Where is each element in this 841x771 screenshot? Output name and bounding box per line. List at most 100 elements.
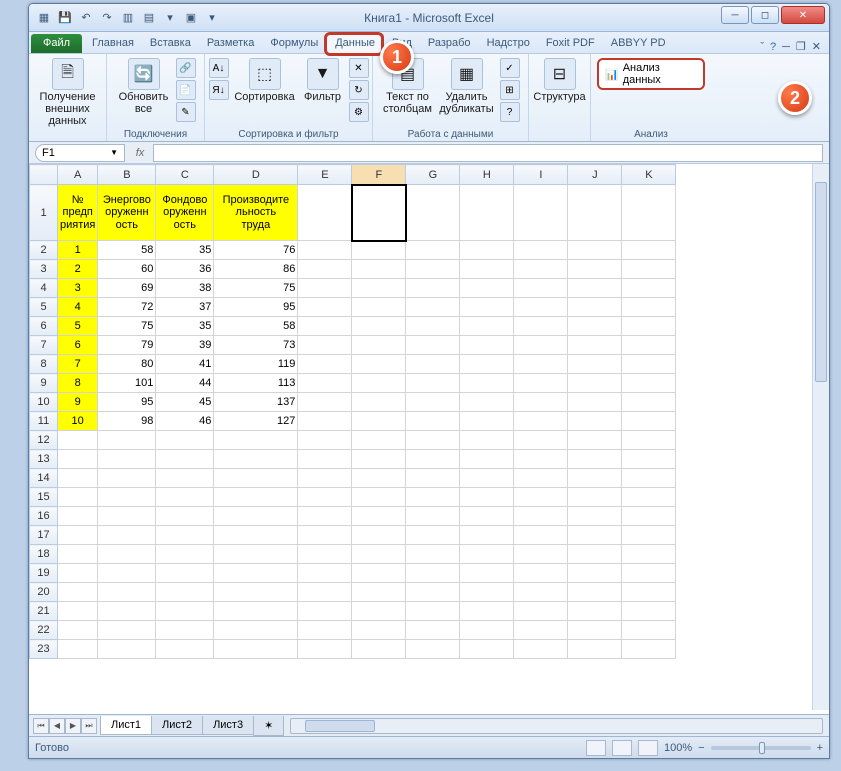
- cell[interactable]: 69: [98, 279, 156, 298]
- tab-insert[interactable]: Вставка: [142, 34, 199, 53]
- row-header[interactable]: 5: [30, 298, 58, 317]
- cell[interactable]: [352, 507, 406, 526]
- cell[interactable]: 2: [58, 260, 98, 279]
- cell[interactable]: [298, 602, 352, 621]
- tab-nav-prev-icon[interactable]: ◀: [49, 718, 65, 734]
- structure-button[interactable]: ⊟ Структура: [532, 56, 588, 103]
- cell[interactable]: [568, 260, 622, 279]
- cell[interactable]: 7: [58, 355, 98, 374]
- cell[interactable]: [156, 583, 214, 602]
- cell[interactable]: [98, 545, 156, 564]
- properties-icon[interactable]: 📄: [176, 80, 196, 100]
- cell[interactable]: 75: [214, 279, 298, 298]
- help-icon[interactable]: ?: [770, 41, 776, 53]
- cell[interactable]: [514, 469, 568, 488]
- cell[interactable]: [156, 450, 214, 469]
- cell[interactable]: [514, 488, 568, 507]
- cell[interactable]: [352, 431, 406, 450]
- cell[interactable]: [622, 621, 676, 640]
- row-header[interactable]: 6: [30, 317, 58, 336]
- cell[interactable]: 79: [98, 336, 156, 355]
- cell[interactable]: [98, 469, 156, 488]
- cell[interactable]: [298, 469, 352, 488]
- zoom-in-icon[interactable]: +: [817, 742, 823, 754]
- row-header[interactable]: 8: [30, 355, 58, 374]
- cell[interactable]: 35: [156, 241, 214, 260]
- col-header-D[interactable]: D: [214, 165, 298, 185]
- cell[interactable]: [514, 279, 568, 298]
- tab-home[interactable]: Главная: [84, 34, 142, 53]
- minimize-button[interactable]: ─: [721, 6, 749, 24]
- cell-B1[interactable]: Энерговооруженность: [98, 185, 156, 241]
- cell[interactable]: [214, 640, 298, 659]
- cell[interactable]: 127: [214, 412, 298, 431]
- cell[interactable]: 38: [156, 279, 214, 298]
- cell[interactable]: [406, 507, 460, 526]
- cell[interactable]: [406, 393, 460, 412]
- cell[interactable]: 35: [156, 317, 214, 336]
- cell[interactable]: [98, 583, 156, 602]
- zoom-out-icon[interactable]: −: [698, 742, 704, 754]
- col-header-B[interactable]: B: [98, 165, 156, 185]
- cell[interactable]: [298, 260, 352, 279]
- cell[interactable]: [622, 469, 676, 488]
- cell[interactable]: [514, 640, 568, 659]
- cell[interactable]: [298, 355, 352, 374]
- cell[interactable]: [514, 355, 568, 374]
- cell[interactable]: [298, 317, 352, 336]
- close-button[interactable]: ✕: [781, 6, 825, 24]
- cell[interactable]: [58, 583, 98, 602]
- cell[interactable]: [298, 279, 352, 298]
- cell[interactable]: [622, 526, 676, 545]
- tab-data[interactable]: Данные: [326, 33, 384, 53]
- cell[interactable]: [352, 241, 406, 260]
- cell[interactable]: [214, 621, 298, 640]
- save-icon[interactable]: 💾: [56, 9, 74, 27]
- cell[interactable]: [214, 469, 298, 488]
- clear-filter-icon[interactable]: ✕: [349, 58, 369, 78]
- cell[interactable]: [622, 450, 676, 469]
- cell[interactable]: [622, 602, 676, 621]
- row-header[interactable]: 7: [30, 336, 58, 355]
- cell[interactable]: [98, 450, 156, 469]
- row-header[interactable]: 3: [30, 260, 58, 279]
- qat-icon[interactable]: ▣: [182, 9, 200, 27]
- cell[interactable]: [514, 621, 568, 640]
- fx-icon[interactable]: fx: [131, 145, 149, 161]
- cell[interactable]: [568, 564, 622, 583]
- cell[interactable]: [214, 488, 298, 507]
- cell[interactable]: [58, 564, 98, 583]
- cell[interactable]: [622, 412, 676, 431]
- cell[interactable]: 75: [98, 317, 156, 336]
- col-header-I[interactable]: I: [514, 165, 568, 185]
- cell[interactable]: [352, 583, 406, 602]
- refresh-all-button[interactable]: 🔄 Обновить все: [116, 56, 172, 115]
- cell[interactable]: [406, 602, 460, 621]
- qat-more-icon[interactable]: ▾: [203, 9, 221, 27]
- cell[interactable]: 8: [58, 374, 98, 393]
- window-restore-icon[interactable]: ❐: [796, 40, 806, 53]
- cell[interactable]: [568, 355, 622, 374]
- cell[interactable]: [58, 469, 98, 488]
- cell[interactable]: [58, 431, 98, 450]
- cell[interactable]: 6: [58, 336, 98, 355]
- cell[interactable]: [406, 621, 460, 640]
- qat-icon[interactable]: ▾: [161, 9, 179, 27]
- row-header[interactable]: 11: [30, 412, 58, 431]
- cell-F1[interactable]: [352, 185, 406, 241]
- cell[interactable]: [406, 469, 460, 488]
- worksheet-grid[interactable]: ABCDEFGHIJK1№предприятияЭнерговооруженно…: [29, 164, 829, 710]
- cell[interactable]: [58, 602, 98, 621]
- cell[interactable]: 9: [58, 393, 98, 412]
- sheet-tab-2[interactable]: Лист2: [151, 716, 203, 735]
- col-header-A[interactable]: A: [58, 165, 98, 185]
- cell-D1[interactable]: Производительностьтруда: [214, 185, 298, 241]
- cell[interactable]: [406, 241, 460, 260]
- cell[interactable]: [622, 488, 676, 507]
- cell[interactable]: [514, 260, 568, 279]
- data-validation-icon[interactable]: ✓: [500, 58, 520, 78]
- consolidate-icon[interactable]: ⊞: [500, 80, 520, 100]
- cell[interactable]: [406, 431, 460, 450]
- cell[interactable]: [406, 317, 460, 336]
- cell[interactable]: [460, 317, 514, 336]
